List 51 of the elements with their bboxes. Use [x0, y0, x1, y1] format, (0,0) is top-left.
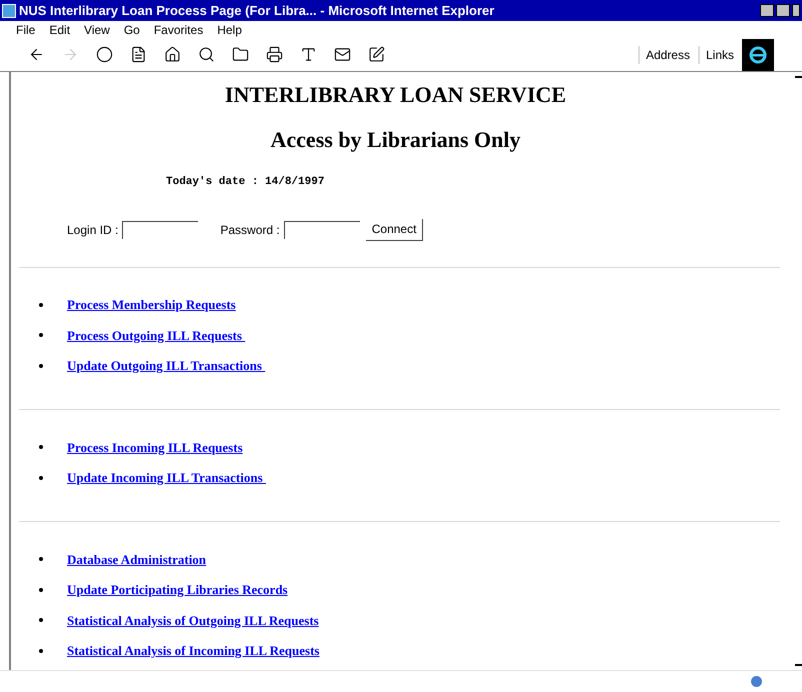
- menu-item[interactable]: Help: [217, 20, 242, 38]
- nav-link[interactable]: Database Administration: [67, 550, 206, 569]
- password-label: Password :: [220, 222, 280, 238]
- bullet-icon: [39, 364, 43, 368]
- folder-icon[interactable]: [232, 46, 249, 63]
- connect-button[interactable]: Connect: [366, 218, 424, 240]
- page-subheading: Access by Librarians Only: [270, 126, 522, 154]
- maximize-button[interactable]: [776, 4, 790, 17]
- bullet-icon: [39, 648, 43, 653]
- minimize-button[interactable]: [760, 4, 774, 17]
- address-label[interactable]: Address: [638, 46, 690, 64]
- password-field[interactable]: [284, 220, 360, 238]
- printer-icon[interactable]: [266, 46, 283, 63]
- browser-logo-icon: [742, 38, 774, 70]
- menu-item[interactable]: File: [16, 20, 36, 38]
- font-icon[interactable]: [300, 46, 317, 63]
- nav-link[interactable]: Process Incoming ILL Requests: [67, 438, 243, 457]
- bullet-icon: [39, 333, 43, 338]
- login-label: Login ID :: [67, 222, 118, 238]
- bullet-icon: [39, 302, 43, 307]
- bullet-icon: [39, 557, 43, 562]
- menu-item[interactable]: View: [84, 20, 110, 38]
- globe-icon: [751, 676, 762, 687]
- page-heading: INTERLIBRARY LOAN SERVICE: [224, 81, 568, 109]
- page-icon[interactable]: [130, 46, 147, 63]
- nav-link[interactable]: Statistical Analysis of Incoming ILL Requests: [67, 641, 320, 660]
- mail-icon[interactable]: [334, 46, 351, 63]
- search-icon[interactable]: [198, 46, 215, 63]
- nav-link[interactable]: Update Outgoing ILL Transactions: [67, 356, 266, 376]
- window-title: NUS Interlibrary Loan Process Page (For Libra... - Microsoft Internet Explorer: [19, 2, 494, 20]
- home-icon[interactable]: [164, 46, 181, 63]
- bullet-icon: [39, 618, 43, 622]
- menu-item[interactable]: Edit: [49, 20, 70, 38]
- close-button[interactable]: [792, 4, 800, 17]
- date-text: Today's date : 14/8/1997: [166, 175, 326, 190]
- bullet-icon: [39, 445, 43, 450]
- nav-link[interactable]: Process Outgoing ILL Requests: [67, 326, 246, 345]
- login-field[interactable]: [122, 220, 198, 238]
- links-label[interactable]: Links: [698, 46, 734, 64]
- bullet-icon: [39, 588, 43, 592]
- nav-link[interactable]: Process Membership Requests: [67, 295, 236, 314]
- nav-link[interactable]: Update Incoming ILL Transactions: [67, 468, 266, 488]
- stop-icon[interactable]: [96, 46, 113, 63]
- menu-item[interactable]: Favorites: [154, 20, 204, 38]
- edit-icon[interactable]: [368, 46, 385, 63]
- bullet-icon: [39, 476, 43, 480]
- menu-item[interactable]: Go: [124, 20, 140, 38]
- back-icon[interactable]: [28, 46, 45, 63]
- nav-link[interactable]: Update Porticipating Libraries Records: [67, 580, 288, 600]
- nav-link[interactable]: Statistical Analysis of Outgoing ILL Requests: [67, 610, 319, 630]
- browser-icon: [2, 4, 16, 18]
